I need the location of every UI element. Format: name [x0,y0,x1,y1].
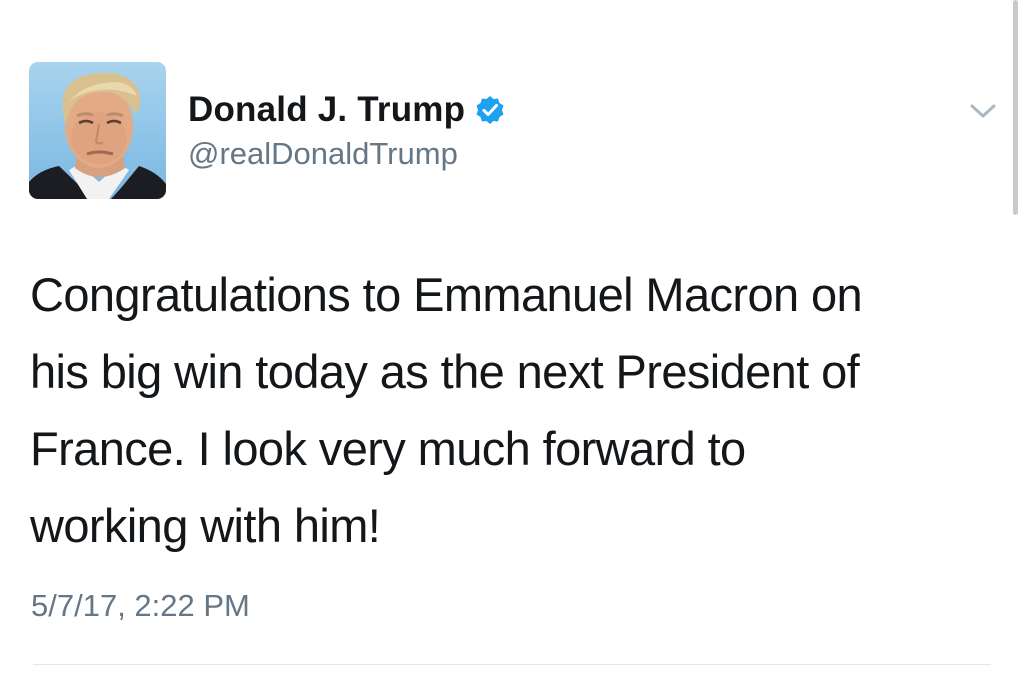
tweet-timestamp[interactable]: 5/7/17, 2:22 PM [31,588,250,624]
verified-badge-icon [475,95,505,125]
author-display-name[interactable]: Donald J. Trump [188,90,465,130]
chevron-down-icon[interactable] [966,100,1000,122]
tweet-card: Donald J. Trump @realDonaldTrump Congrat… [0,0,1024,680]
tweet-text-line: Congratulations to Emmanuel Macron on [30,268,863,321]
divider [33,664,991,665]
tweet-text-line: working with him! [30,499,381,552]
author-name-row[interactable]: Donald J. Trump [188,88,505,132]
tweet-text-line: his big win today as the next President … [30,345,860,398]
tweet-text-line: France. I look very much forward to [30,422,746,475]
avatar[interactable] [29,62,166,199]
profile-photo-icon [29,72,166,199]
author-handle[interactable]: @realDonaldTrump [188,136,458,172]
scrollbar[interactable] [1013,0,1018,215]
tweet-text: Congratulations to Emmanuel Macron on hi… [30,256,990,564]
